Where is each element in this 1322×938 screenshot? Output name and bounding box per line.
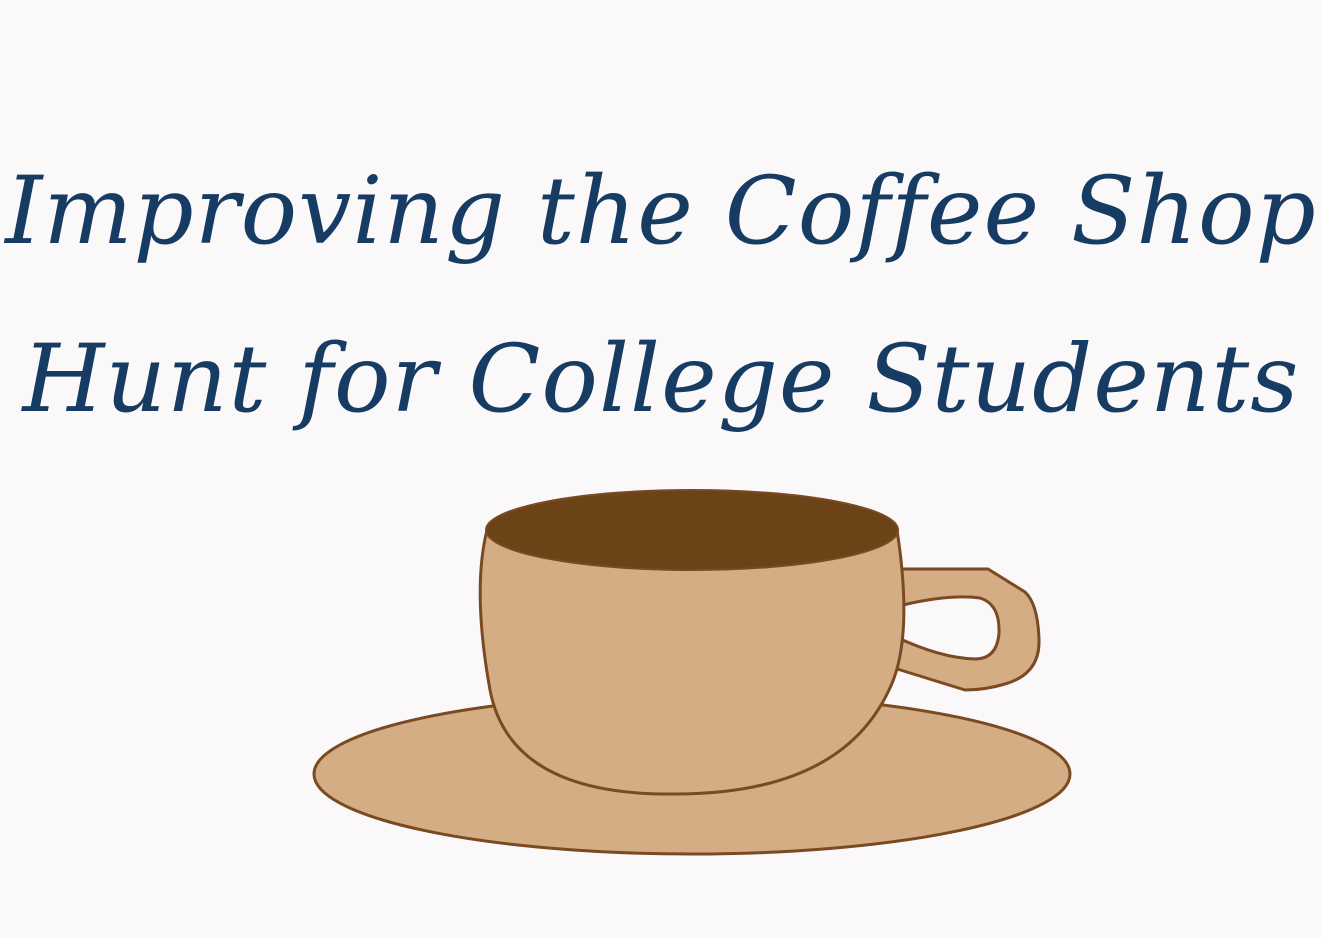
coffee-cup-illustration (312, 489, 1072, 856)
cup-handle-shape (892, 567, 1041, 692)
coffee-surface-shape (485, 489, 899, 571)
